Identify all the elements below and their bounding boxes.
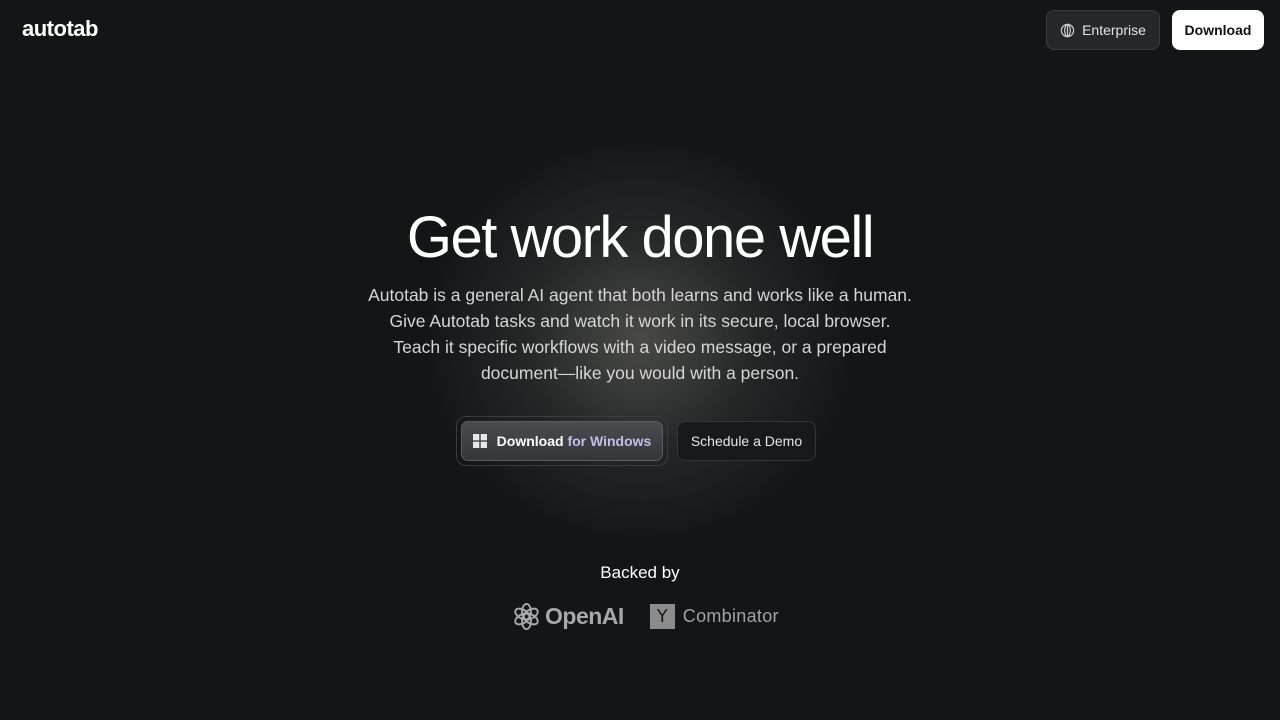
download-windows-label-main: Download bbox=[496, 433, 568, 449]
hero-description-line: Give Autotab tasks and watch it work in … bbox=[389, 311, 891, 331]
download-windows-button[interactable]: Download for Windows bbox=[461, 421, 663, 461]
backed-by-heading: Backed by bbox=[600, 563, 680, 582]
windows-icon bbox=[472, 434, 487, 448]
schedule-demo-button[interactable]: Schedule a Demo bbox=[677, 421, 816, 461]
hero-description: Autotab is a general AI agent that both … bbox=[340, 282, 940, 386]
download-windows-label: Download for Windows bbox=[497, 433, 652, 449]
download-windows-label-accent: for Windows bbox=[567, 433, 652, 449]
hero-title: Get work done well bbox=[406, 205, 875, 270]
openai-logo-icon bbox=[514, 602, 539, 630]
header-download-button[interactable]: Download bbox=[1172, 10, 1264, 50]
openai-name: OpenAI bbox=[545, 602, 624, 629]
globe-icon bbox=[1060, 23, 1075, 37]
download-windows-wrapper: Download for Windows bbox=[456, 416, 668, 466]
hero-description-line: Autotab is a general AI agent that both … bbox=[368, 285, 912, 305]
hero-description-line: document—like you would with a person. bbox=[480, 363, 800, 383]
landing-page: autotab Enterprise Download Get work don… bbox=[0, 0, 1280, 720]
ycombinator-mark: Y bbox=[649, 603, 675, 629]
enterprise-label: Enterprise bbox=[1082, 22, 1146, 38]
ycombinator-name: Combinator bbox=[682, 605, 779, 626]
openai-logo: OpenAI bbox=[512, 602, 624, 631]
brand-logo[interactable]: autotab bbox=[22, 16, 98, 42]
enterprise-button[interactable]: Enterprise bbox=[1046, 10, 1160, 50]
hero-description-line: Teach it specific workflows with a video… bbox=[393, 337, 887, 357]
backer-logos: OpenAI Y Combinator bbox=[512, 600, 779, 632]
ycombinator-logo: Y Combinator bbox=[649, 603, 779, 629]
